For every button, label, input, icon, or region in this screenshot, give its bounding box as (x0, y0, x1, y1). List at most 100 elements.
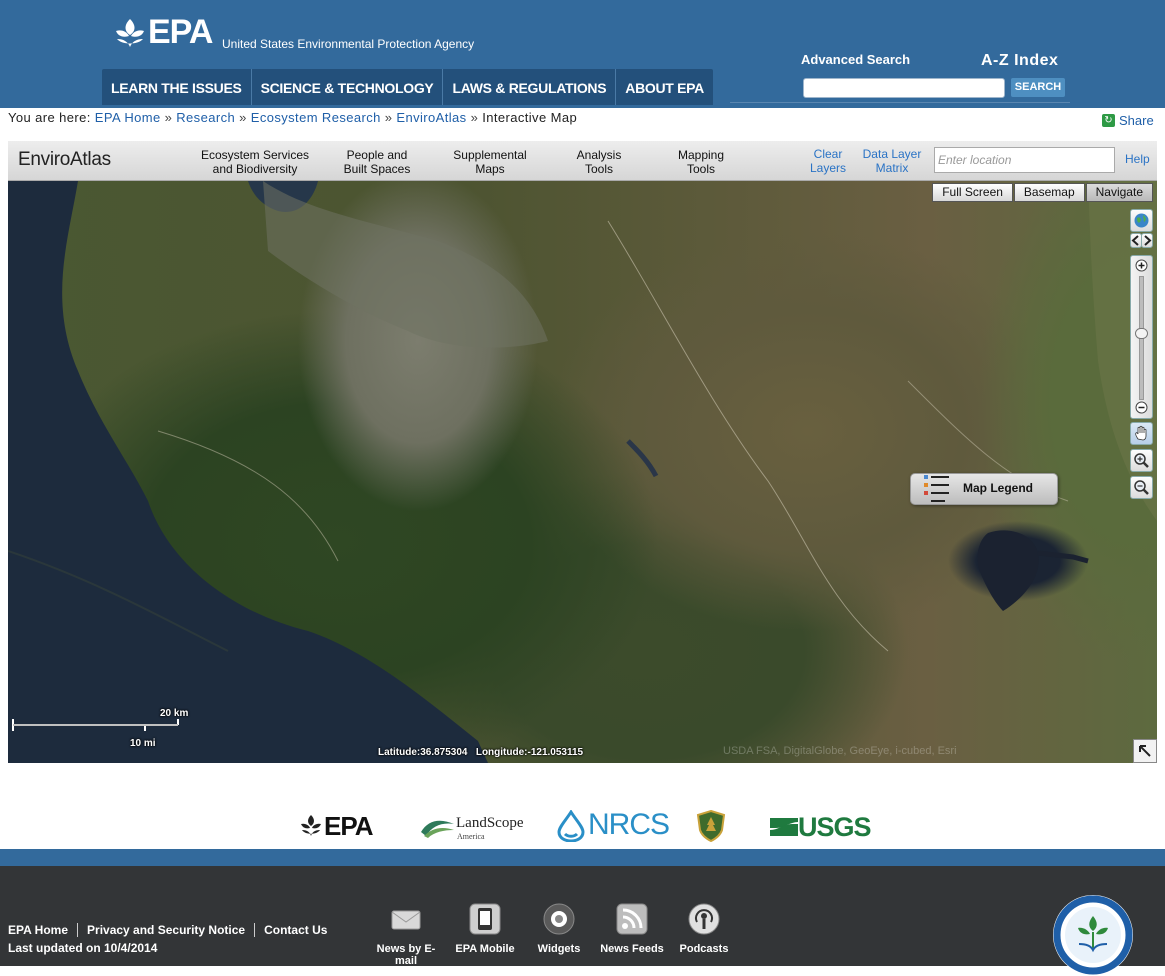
menu-mapping-tools[interactable]: Mapping Tools (666, 148, 736, 176)
share-button[interactable]: ↻ Share (1102, 113, 1154, 128)
menu-label-line1: Ecosystem Services (200, 148, 310, 162)
breadcrumb-epa-home[interactable]: EPA Home (95, 110, 161, 125)
footer-link-contact-us[interactable]: Contact Us (254, 923, 336, 937)
epa-logo-text: EPA (148, 13, 213, 51)
menu-label-line2: Maps (475, 162, 505, 176)
longitude-label: Longitude: (475, 747, 528, 758)
data-layer-matrix-button[interactable]: Data Layer Matrix (858, 147, 926, 175)
map-legend-label: Map Legend (963, 481, 1034, 495)
footer-tool-news-email[interactable]: News by E-mail (366, 902, 446, 967)
zoom-in-icon[interactable] (1135, 259, 1148, 272)
water-drop-icon (557, 809, 585, 843)
zoom-slider[interactable] (1130, 255, 1153, 419)
clear-layers-line2: Layers (809, 161, 847, 175)
menu-supplemental-maps[interactable]: Supplemental Maps (444, 148, 536, 176)
data-layer-matrix-line2: Matrix (875, 161, 909, 175)
scale-bar: 20 km 10 mi (12, 708, 192, 751)
footer-tool-label: Widgets (537, 943, 581, 955)
map-attribution: USDA FSA, DigitalGlobe, GeoEye, i-cubed,… (723, 745, 957, 757)
latitude-value: 36.875304 (420, 747, 468, 758)
overview-map-toggle[interactable] (1133, 739, 1157, 763)
partner-usgs-text: USGS (798, 812, 872, 842)
legend-list-icon (924, 475, 949, 502)
landscope-swoosh-icon (421, 820, 454, 838)
zoom-out-magnifier-icon[interactable] (1130, 476, 1153, 499)
menu-label-line1: Mapping (677, 148, 725, 162)
partner-landscope-subtext: America (457, 832, 485, 841)
app-title: EnviroAtlas (18, 149, 111, 170)
widget-gear-icon (543, 903, 575, 935)
menu-analysis-tools[interactable]: Analysis Tools (564, 148, 634, 176)
zoom-out-icon[interactable] (1135, 401, 1148, 414)
nav-science-technology[interactable]: SCIENCE & TECHNOLOGY (252, 69, 444, 105)
breadcrumb-research[interactable]: Research (176, 110, 235, 125)
map-imagery (8, 181, 1157, 763)
app-toolbar: EnviroAtlas Ecosystem Services and Biodi… (8, 141, 1157, 181)
help-link[interactable]: Help (1125, 152, 1150, 166)
footer-link-epa-home[interactable]: EPA Home (8, 923, 77, 937)
footer-tool-news-feeds[interactable]: News Feeds (592, 902, 672, 955)
partner-forest-service-logo[interactable] (696, 809, 726, 847)
epa-flower-icon (116, 19, 144, 47)
epa-seal-icon (1053, 895, 1133, 975)
menu-label-line1: People and (346, 148, 408, 162)
pan-hand-icon[interactable] (1130, 422, 1153, 445)
usgs-wave-icon (770, 818, 798, 836)
map-canvas[interactable]: Full Screen Basemap Navigate Map Legend … (8, 181, 1157, 763)
map-mode-buttons: Full Screen Basemap Navigate (932, 183, 1153, 202)
globe-icon[interactable] (1130, 209, 1153, 232)
menu-ecosystem-services[interactable]: Ecosystem Services and Biodiversity (194, 148, 316, 176)
zoom-thumb[interactable] (1135, 328, 1148, 339)
menu-label-line1: Analysis (576, 148, 622, 162)
clear-layers-button[interactable]: Clear Layers (802, 147, 854, 175)
breadcrumb-separator: » (164, 110, 173, 125)
menu-label-line2: Tools (584, 162, 613, 176)
partner-nrcs-logo[interactable]: NRCS (556, 808, 670, 847)
footer-band (0, 849, 1165, 866)
site-header: EPA United States Environmental Protecti… (0, 0, 1165, 108)
podcast-icon (688, 903, 720, 935)
coordinate-readout: Latitude:36.875304 Longitude:-121.053115 (378, 747, 583, 758)
nav-laws-regulations[interactable]: LAWS & REGULATIONS (443, 69, 617, 105)
partner-epa-logo[interactable]: EPA (300, 811, 380, 847)
breadcrumb-ecosystem-research[interactable]: Ecosystem Research (251, 110, 381, 125)
enviroatlas-app: EnviroAtlas Ecosystem Services and Biodi… (8, 141, 1157, 763)
next-extent-icon[interactable] (1141, 233, 1153, 248)
envelope-icon (391, 910, 421, 930)
forest-service-shield-icon (696, 809, 726, 843)
search-input[interactable] (803, 78, 1005, 98)
main-navigation: LEARN THE ISSUES SCIENCE & TECHNOLOGY LA… (102, 69, 713, 105)
site-footer: EPA Home Privacy and Security Notice Con… (0, 866, 1165, 975)
nav-learn-the-issues[interactable]: LEARN THE ISSUES (102, 69, 252, 105)
search-button[interactable]: SEARCH (1011, 78, 1065, 97)
full-screen-button[interactable]: Full Screen (932, 183, 1013, 202)
partner-nrcs-text: NRCS (588, 808, 670, 841)
az-index-link[interactable]: A-Z Index (981, 52, 1058, 70)
footer-tool-label: News by E-mail (376, 943, 436, 967)
partner-usgs-logo[interactable]: USGS (770, 812, 872, 845)
footer-tool-epa-mobile[interactable]: EPA Mobile (445, 902, 525, 955)
footer-tool-widgets[interactable]: Widgets (519, 902, 599, 955)
menu-label-line1: Supplemental (453, 148, 527, 162)
advanced-search-link[interactable]: Advanced Search (801, 52, 910, 67)
basemap-button[interactable]: Basemap (1013, 183, 1085, 202)
breadcrumb-enviroatlas[interactable]: EnviroAtlas (396, 110, 466, 125)
zoom-in-magnifier-icon[interactable] (1130, 449, 1153, 472)
breadcrumb-prefix: You are here: (8, 110, 91, 125)
breadcrumb-current: Interactive Map (482, 110, 578, 125)
map-legend-button[interactable]: Map Legend (910, 473, 1058, 505)
footer-link-privacy[interactable]: Privacy and Security Notice (77, 923, 254, 937)
share-icon: ↻ (1102, 114, 1115, 127)
partner-landscope-logo[interactable]: LandScope America (420, 814, 523, 845)
menu-label-line2: and Biodiversity (212, 162, 298, 176)
location-search-input[interactable]: Enter location (934, 147, 1115, 173)
expand-arrow-icon (1139, 745, 1151, 757)
menu-label-line2: Tools (686, 162, 715, 176)
partner-epa-text: EPA (324, 811, 374, 841)
nav-about-epa[interactable]: ABOUT EPA (616, 69, 713, 105)
scale-km-label: 20 km (160, 708, 189, 719)
agency-name: United States Environmental Protection A… (222, 37, 475, 51)
navigate-button[interactable]: Navigate (1085, 183, 1153, 202)
footer-tool-podcasts[interactable]: Podcasts (664, 902, 744, 955)
menu-people-built-spaces[interactable]: People and Built Spaces (332, 148, 422, 176)
